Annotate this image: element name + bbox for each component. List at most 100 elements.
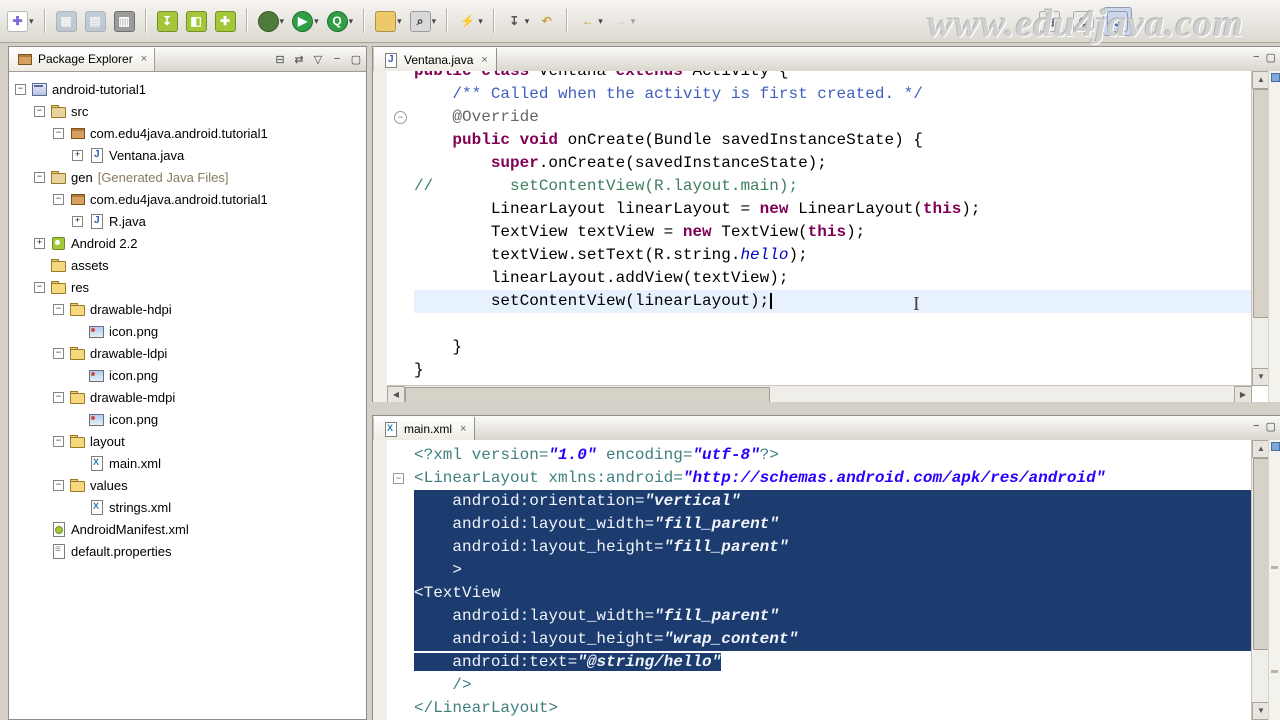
xml-vertical-scrollbar[interactable]: ▲ ▼ xyxy=(1251,440,1270,720)
preferences-button[interactable]: ⚙ xyxy=(1069,7,1098,36)
minimize-icon[interactable]: − xyxy=(1253,51,1259,64)
save-all-icon: ▤ xyxy=(84,10,106,32)
collapse-icon[interactable]: − xyxy=(53,479,64,491)
tree-item-src[interactable]: − src xyxy=(9,100,366,122)
fold-collapse-icon[interactable]: − xyxy=(394,111,407,124)
open-resource-button[interactable]: ▾ xyxy=(372,8,405,35)
minimize-icon[interactable]: − xyxy=(328,53,346,66)
tree-item-android-tutorial1[interactable]: − android-tutorial1 xyxy=(9,78,366,100)
fold-collapse-icon[interactable]: − xyxy=(393,473,404,484)
close-view-icon[interactable]: × xyxy=(141,53,147,65)
editor-sash[interactable] xyxy=(372,402,1280,415)
forward-dropdown-arrow[interactable]: ▾ xyxy=(631,16,636,27)
tree-item-ventana-java[interactable]: + Ventana.java xyxy=(9,144,366,166)
open-perspective-button[interactable]: ⊞ xyxy=(1035,7,1064,36)
tree-item-com-edu4java-android-tutorial1[interactable]: − com.edu4java.android.tutorial1 xyxy=(9,122,366,144)
tree-item-label: Ventana.java xyxy=(109,147,185,163)
debug-dropdown-arrow[interactable]: ▾ xyxy=(280,16,285,27)
collapse-all-icon[interactable]: ⊟ xyxy=(271,53,289,66)
collapse-icon[interactable]: − xyxy=(34,281,45,293)
new-android-project-button[interactable]: ✚ xyxy=(212,8,239,35)
expand-icon[interactable]: + xyxy=(34,237,45,249)
scroll-left-icon[interactable]: ◀ xyxy=(387,386,405,403)
tree-item-r-java[interactable]: + R.java xyxy=(9,210,366,232)
tree-item-gen[interactable]: − gen [Generated Java Files] xyxy=(9,166,366,188)
collapse-icon[interactable]: − xyxy=(53,303,64,315)
collapse-icon[interactable]: − xyxy=(53,127,64,139)
tree-item-androidmanifest-xml[interactable]: AndroidManifest.xml xyxy=(9,518,366,540)
tree-item-drawable-mdpi[interactable]: − drawable-mdpi xyxy=(9,386,366,408)
scroll-right-icon[interactable]: ▶ xyxy=(1234,386,1252,403)
save-all-button[interactable]: ▤ xyxy=(82,8,109,35)
external-tools-button[interactable]: ⚡ ▾ xyxy=(455,9,486,34)
java-horizontal-scrollbar[interactable]: ◀ ▶ xyxy=(387,385,1252,403)
java-vertical-scrollbar[interactable]: ▲ ▼ xyxy=(1251,71,1270,386)
last-edit-location-button[interactable]: ↶ xyxy=(534,9,559,34)
maximize-icon[interactable]: ▢ xyxy=(347,53,365,66)
package-explorer-tree[interactable]: − android-tutorial1− src − com.edu4java.andr… xyxy=(9,72,366,720)
search-button[interactable]: ⌕ ▾ xyxy=(407,8,440,35)
tree-item-android-2-2[interactable]: + Android 2.2 xyxy=(9,232,366,254)
open-resource-dropdown-arrow[interactable]: ▾ xyxy=(397,16,402,27)
save-button[interactable]: ▦ xyxy=(53,8,80,35)
run-button[interactable]: ▶ ▾ xyxy=(289,8,322,35)
tree-item-label: layout xyxy=(90,433,125,449)
tree-item-icon-png[interactable]: icon.png xyxy=(9,408,366,430)
no-errors-marker xyxy=(1271,73,1280,82)
run-history-dropdown-arrow[interactable]: ▾ xyxy=(349,16,354,27)
tree-item-main-xml[interactable]: main.xml xyxy=(9,452,366,474)
scrollbar-thumb[interactable] xyxy=(1253,458,1269,651)
tab-ventana-java[interactable]: Ventana.java × xyxy=(373,48,497,71)
new-wizard-button[interactable]: ✚ ▾ xyxy=(4,8,37,35)
link-with-editor-icon[interactable]: ⇄ xyxy=(290,53,308,66)
view-menu-icon[interactable]: ▽ xyxy=(309,53,327,66)
tree-item-drawable-ldpi[interactable]: − drawable-ldpi xyxy=(9,342,366,364)
forward-button[interactable]: → ▾ xyxy=(608,9,639,34)
search-dropdown-arrow[interactable]: ▾ xyxy=(432,16,437,27)
collapse-icon[interactable]: − xyxy=(53,347,64,359)
tree-item-icon-png[interactable]: icon.png xyxy=(9,320,366,342)
minimize-icon[interactable]: − xyxy=(1253,420,1259,433)
back-button[interactable]: ← ▾ xyxy=(575,9,606,34)
android-sdk-manager-button[interactable]: ↧ xyxy=(154,8,181,35)
tree-item-assets[interactable]: assets xyxy=(9,254,366,276)
new-wizard-dropdown-arrow[interactable]: ▾ xyxy=(29,16,34,27)
java-perspective-button[interactable]: J xyxy=(1103,7,1132,36)
collapse-icon[interactable]: − xyxy=(53,391,64,403)
tab-main-xml[interactable]: main.xml × xyxy=(373,417,476,440)
collapse-icon[interactable]: − xyxy=(34,105,45,117)
collapse-icon[interactable]: − xyxy=(53,193,64,205)
close-tab-icon[interactable]: × xyxy=(460,423,466,435)
tree-item-strings-xml[interactable]: strings.xml xyxy=(9,496,366,518)
collapse-icon[interactable]: − xyxy=(15,83,26,95)
scrollbar-thumb[interactable] xyxy=(405,387,771,403)
xml-editor-content[interactable]: <?xml version="1.0" encoding="utf-8"?> <L… xyxy=(387,440,1252,720)
next-annotation-button[interactable]: ↧ ▾ xyxy=(502,9,533,34)
java-editor-content[interactable]: public class Ventana extends Activity { … xyxy=(387,71,1252,386)
print-button[interactable]: ▥ xyxy=(111,8,138,35)
xml-editor-tabbar: main.xml × −▢ xyxy=(373,416,1280,441)
maximize-icon[interactable]: ▢ xyxy=(1266,420,1276,433)
debug-button[interactable]: ▾ xyxy=(255,8,288,35)
external-tools-dropdown-arrow[interactable]: ▾ xyxy=(478,16,483,27)
scrollbar-thumb[interactable] xyxy=(1253,89,1269,318)
collapse-icon[interactable]: − xyxy=(34,171,45,183)
next-annotation-dropdown-arrow[interactable]: ▾ xyxy=(525,16,530,27)
tree-item-com-edu4java-android-tutorial1[interactable]: − com.edu4java.android.tutorial1 xyxy=(9,188,366,210)
collapse-icon[interactable]: − xyxy=(53,435,64,447)
tree-item-res[interactable]: − res xyxy=(9,276,366,298)
tree-item-layout[interactable]: − layout xyxy=(9,430,366,452)
tree-item-icon-png[interactable]: icon.png xyxy=(9,364,366,386)
expand-icon[interactable]: + xyxy=(72,149,83,161)
tree-item-values[interactable]: − values xyxy=(9,474,366,496)
package-explorer-view-tab[interactable]: Package Explorer × xyxy=(9,47,156,71)
back-dropdown-arrow[interactable]: ▾ xyxy=(598,16,603,27)
run-dropdown-arrow[interactable]: ▾ xyxy=(314,16,319,27)
expand-icon[interactable]: + xyxy=(72,215,83,227)
tree-item-default-properties[interactable]: default.properties xyxy=(9,540,366,562)
maximize-icon[interactable]: ▢ xyxy=(1266,51,1276,64)
close-tab-icon[interactable]: × xyxy=(481,54,487,66)
tree-item-drawable-hdpi[interactable]: − drawable-hdpi xyxy=(9,298,366,320)
run-history-button[interactable]: Q ▾ xyxy=(324,8,357,35)
android-ddms-button[interactable]: ◧ xyxy=(183,8,210,35)
